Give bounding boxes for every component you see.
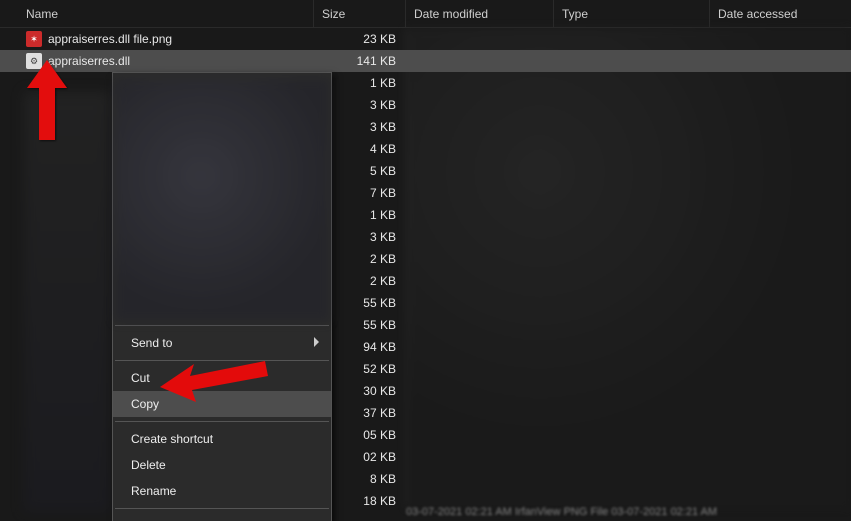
menu-item-copy[interactable]: Copy: [113, 391, 331, 417]
column-header-access[interactable]: Date accessed: [710, 0, 850, 27]
column-header-size[interactable]: Size: [314, 0, 406, 27]
menu-item-delete[interactable]: Delete: [113, 452, 331, 478]
menu-item-label: Delete: [131, 458, 166, 472]
column-header-date[interactable]: Date modified: [406, 0, 554, 27]
menu-item-label: Send to: [131, 336, 172, 350]
chevron-right-icon: [314, 337, 319, 347]
context-menu: Send to Cut Copy Create shortcut Delete …: [112, 72, 332, 521]
context-menu-obscured-items: [115, 79, 329, 321]
column-header-name[interactable]: Name: [0, 0, 314, 27]
obscured-columns-panel: [406, 28, 849, 508]
column-header-type[interactable]: Type: [554, 0, 710, 27]
menu-separator: [115, 421, 329, 422]
png-file-icon: ✶: [26, 31, 42, 47]
menu-item-label: Rename: [131, 484, 176, 498]
menu-separator: [115, 508, 329, 509]
menu-item-send-to[interactable]: Send to: [113, 330, 331, 356]
table-row[interactable]: ⚙ appraiserres.dll 141 KB: [0, 50, 851, 72]
dll-file-icon: ⚙: [26, 53, 42, 69]
file-name: appraiserres.dll: [48, 54, 130, 68]
menu-item-create-shortcut[interactable]: Create shortcut: [113, 426, 331, 452]
menu-separator: [115, 360, 329, 361]
obscured-footer-text: 03-07-2021 02:21 AM IrfanView PNG File 0…: [406, 506, 717, 518]
file-explorer: Name Size Date modified Type Date access…: [0, 0, 851, 521]
file-name: appraiserres.dll file.png: [48, 32, 172, 46]
table-row[interactable]: ✶ appraiserres.dll file.png 23 KB: [0, 28, 851, 50]
file-list: ✶ appraiserres.dll file.png 23 KB ⚙ appr…: [0, 28, 851, 72]
menu-item-label: Cut: [131, 371, 150, 385]
file-size: 141 KB: [314, 50, 406, 72]
menu-item-rename[interactable]: Rename: [113, 478, 331, 504]
menu-item-cut[interactable]: Cut: [113, 365, 331, 391]
menu-item-properties[interactable]: Properties: [113, 513, 331, 521]
menu-separator: [115, 325, 329, 326]
column-headers: Name Size Date modified Type Date access…: [0, 0, 851, 28]
menu-item-label: Copy: [131, 397, 159, 411]
file-size: 23 KB: [314, 28, 406, 50]
menu-item-label: Create shortcut: [131, 432, 213, 446]
